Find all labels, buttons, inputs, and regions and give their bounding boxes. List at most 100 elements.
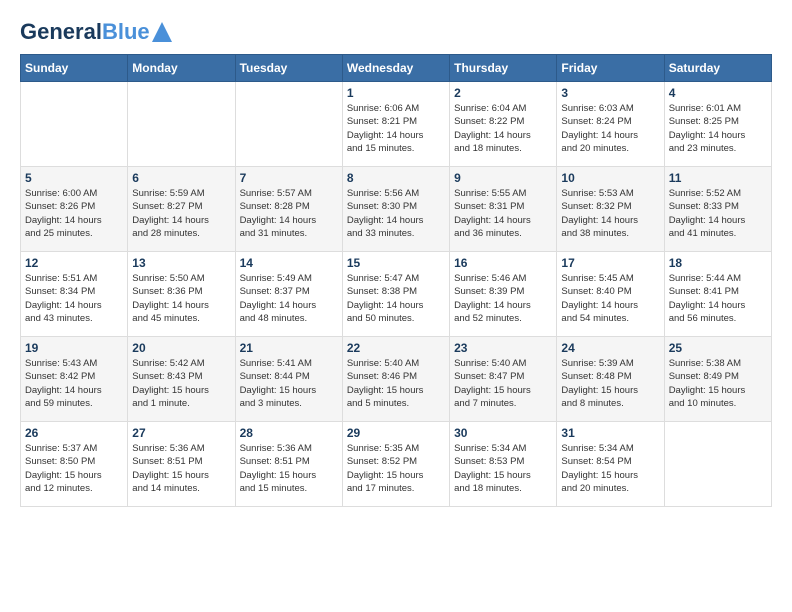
calendar-cell: 26 Sunrise: 5:37 AM Sunset: 8:50 PM Dayli… [21, 422, 128, 507]
day-number: 3 [561, 86, 659, 100]
calendar-cell: 8 Sunrise: 5:56 AM Sunset: 8:30 PM Daylig… [342, 167, 449, 252]
day-info: Sunrise: 5:39 AM Sunset: 8:48 PM Dayligh… [561, 357, 659, 410]
calendar-table: SundayMondayTuesdayWednesdayThursdayFrid… [20, 54, 772, 507]
day-info: Sunrise: 5:46 AM Sunset: 8:39 PM Dayligh… [454, 272, 552, 325]
header-cell-wednesday: Wednesday [342, 55, 449, 82]
day-info: Sunrise: 5:53 AM Sunset: 8:32 PM Dayligh… [561, 187, 659, 240]
day-info: Sunrise: 5:40 AM Sunset: 8:46 PM Dayligh… [347, 357, 445, 410]
day-info: Sunrise: 5:42 AM Sunset: 8:43 PM Dayligh… [132, 357, 230, 410]
calendar-cell [21, 82, 128, 167]
logo-icon [152, 22, 172, 42]
day-number: 20 [132, 341, 230, 355]
day-info: Sunrise: 5:44 AM Sunset: 8:41 PM Dayligh… [669, 272, 767, 325]
day-info: Sunrise: 5:59 AM Sunset: 8:27 PM Dayligh… [132, 187, 230, 240]
day-number: 23 [454, 341, 552, 355]
calendar-cell: 25 Sunrise: 5:38 AM Sunset: 8:49 PM Dayli… [664, 337, 771, 422]
day-number: 6 [132, 171, 230, 185]
day-number: 10 [561, 171, 659, 185]
day-info: Sunrise: 5:57 AM Sunset: 8:28 PM Dayligh… [240, 187, 338, 240]
day-number: 1 [347, 86, 445, 100]
day-info: Sunrise: 5:41 AM Sunset: 8:44 PM Dayligh… [240, 357, 338, 410]
calendar-cell: 1 Sunrise: 6:06 AM Sunset: 8:21 PM Daylig… [342, 82, 449, 167]
calendar-cell: 28 Sunrise: 5:36 AM Sunset: 8:51 PM Dayli… [235, 422, 342, 507]
logo: GeneralBlue [20, 20, 172, 44]
day-info: Sunrise: 5:37 AM Sunset: 8:50 PM Dayligh… [25, 442, 123, 495]
calendar-cell: 12Sunrise: 5:51 AM Sunset: 8:34 PM Dayli… [21, 252, 128, 337]
calendar-header: SundayMondayTuesdayWednesdayThursdayFrid… [21, 55, 772, 82]
day-number: 5 [25, 171, 123, 185]
day-number: 29 [347, 426, 445, 440]
calendar-cell: 19 Sunrise: 5:43 AM Sunset: 8:42 PM Dayli… [21, 337, 128, 422]
calendar-cell: 30 Sunrise: 5:34 AM Sunset: 8:53 PM Dayli… [450, 422, 557, 507]
header-row: SundayMondayTuesdayWednesdayThursdayFrid… [21, 55, 772, 82]
calendar-cell: 11 Sunrise: 5:52 AM Sunset: 8:33 PM Dayli… [664, 167, 771, 252]
day-number: 27 [132, 426, 230, 440]
day-info: Sunrise: 5:36 AM Sunset: 8:51 PM Dayligh… [240, 442, 338, 495]
day-number: 14 [240, 256, 338, 270]
calendar-cell [664, 422, 771, 507]
day-number: 9 [454, 171, 552, 185]
day-info: Sunrise: 5:52 AM Sunset: 8:33 PM Dayligh… [669, 187, 767, 240]
day-number: 17 [561, 256, 659, 270]
logo-text: GeneralBlue [20, 20, 150, 44]
calendar-cell: 15Sunrise: 5:47 AM Sunset: 8:38 PM Dayli… [342, 252, 449, 337]
day-number: 11 [669, 171, 767, 185]
calendar-cell: 5 Sunrise: 6:00 AM Sunset: 8:26 PM Daylig… [21, 167, 128, 252]
day-number: 4 [669, 86, 767, 100]
day-info: Sunrise: 6:03 AM Sunset: 8:24 PM Dayligh… [561, 102, 659, 155]
day-info: Sunrise: 6:06 AM Sunset: 8:21 PM Dayligh… [347, 102, 445, 155]
day-info: Sunrise: 5:43 AM Sunset: 8:42 PM Dayligh… [25, 357, 123, 410]
day-number: 21 [240, 341, 338, 355]
day-number: 8 [347, 171, 445, 185]
header-cell-monday: Monday [128, 55, 235, 82]
day-number: 22 [347, 341, 445, 355]
day-number: 18 [669, 256, 767, 270]
calendar-week-row: 1 Sunrise: 6:06 AM Sunset: 8:21 PM Daylig… [21, 82, 772, 167]
day-number: 28 [240, 426, 338, 440]
calendar-cell: 14 Sunrise: 5:49 AM Sunset: 8:37 PM Dayli… [235, 252, 342, 337]
day-info: Sunrise: 5:34 AM Sunset: 8:53 PM Dayligh… [454, 442, 552, 495]
calendar-week-row: 19 Sunrise: 5:43 AM Sunset: 8:42 PM Dayli… [21, 337, 772, 422]
day-info: Sunrise: 5:36 AM Sunset: 8:51 PM Dayligh… [132, 442, 230, 495]
day-info: Sunrise: 5:47 AM Sunset: 8:38 PM Dayligh… [347, 272, 445, 325]
day-info: Sunrise: 5:51 AM Sunset: 8:34 PM Dayligh… [25, 272, 123, 325]
day-number: 16 [454, 256, 552, 270]
day-info: Sunrise: 6:04 AM Sunset: 8:22 PM Dayligh… [454, 102, 552, 155]
day-number: 31 [561, 426, 659, 440]
header-cell-saturday: Saturday [664, 55, 771, 82]
calendar-cell: 6 Sunrise: 5:59 AM Sunset: 8:27 PM Daylig… [128, 167, 235, 252]
calendar-cell: 9 Sunrise: 5:55 AM Sunset: 8:31 PM Daylig… [450, 167, 557, 252]
day-info: Sunrise: 5:35 AM Sunset: 8:52 PM Dayligh… [347, 442, 445, 495]
day-number: 19 [25, 341, 123, 355]
day-info: Sunrise: 5:55 AM Sunset: 8:31 PM Dayligh… [454, 187, 552, 240]
calendar-cell: 23 Sunrise: 5:40 AM Sunset: 8:47 PM Dayli… [450, 337, 557, 422]
day-info: Sunrise: 5:34 AM Sunset: 8:54 PM Dayligh… [561, 442, 659, 495]
day-info: Sunrise: 5:49 AM Sunset: 8:37 PM Dayligh… [240, 272, 338, 325]
calendar-cell: 13Sunrise: 5:50 AM Sunset: 8:36 PM Dayli… [128, 252, 235, 337]
calendar-week-row: 26 Sunrise: 5:37 AM Sunset: 8:50 PM Dayli… [21, 422, 772, 507]
page-header: GeneralBlue [20, 20, 772, 44]
calendar-week-row: 12Sunrise: 5:51 AM Sunset: 8:34 PM Dayli… [21, 252, 772, 337]
calendar-cell: 21 Sunrise: 5:41 AM Sunset: 8:44 PM Dayli… [235, 337, 342, 422]
day-info: Sunrise: 5:45 AM Sunset: 8:40 PM Dayligh… [561, 272, 659, 325]
day-number: 13 [132, 256, 230, 270]
day-number: 26 [25, 426, 123, 440]
day-number: 2 [454, 86, 552, 100]
calendar-body: 1 Sunrise: 6:06 AM Sunset: 8:21 PM Daylig… [21, 82, 772, 507]
calendar-cell [235, 82, 342, 167]
calendar-cell: 29 Sunrise: 5:35 AM Sunset: 8:52 PM Dayli… [342, 422, 449, 507]
header-cell-thursday: Thursday [450, 55, 557, 82]
day-info: Sunrise: 5:38 AM Sunset: 8:49 PM Dayligh… [669, 357, 767, 410]
calendar-cell: 24 Sunrise: 5:39 AM Sunset: 8:48 PM Dayli… [557, 337, 664, 422]
day-info: Sunrise: 5:40 AM Sunset: 8:47 PM Dayligh… [454, 357, 552, 410]
day-number: 24 [561, 341, 659, 355]
header-cell-friday: Friday [557, 55, 664, 82]
day-number: 25 [669, 341, 767, 355]
calendar-cell: 17 Sunrise: 5:45 AM Sunset: 8:40 PM Dayli… [557, 252, 664, 337]
calendar-cell: 10 Sunrise: 5:53 AM Sunset: 8:32 PM Dayli… [557, 167, 664, 252]
day-info: Sunrise: 5:56 AM Sunset: 8:30 PM Dayligh… [347, 187, 445, 240]
calendar-cell: 22 Sunrise: 5:40 AM Sunset: 8:46 PM Dayli… [342, 337, 449, 422]
day-number: 7 [240, 171, 338, 185]
day-info: Sunrise: 6:00 AM Sunset: 8:26 PM Dayligh… [25, 187, 123, 240]
day-number: 30 [454, 426, 552, 440]
